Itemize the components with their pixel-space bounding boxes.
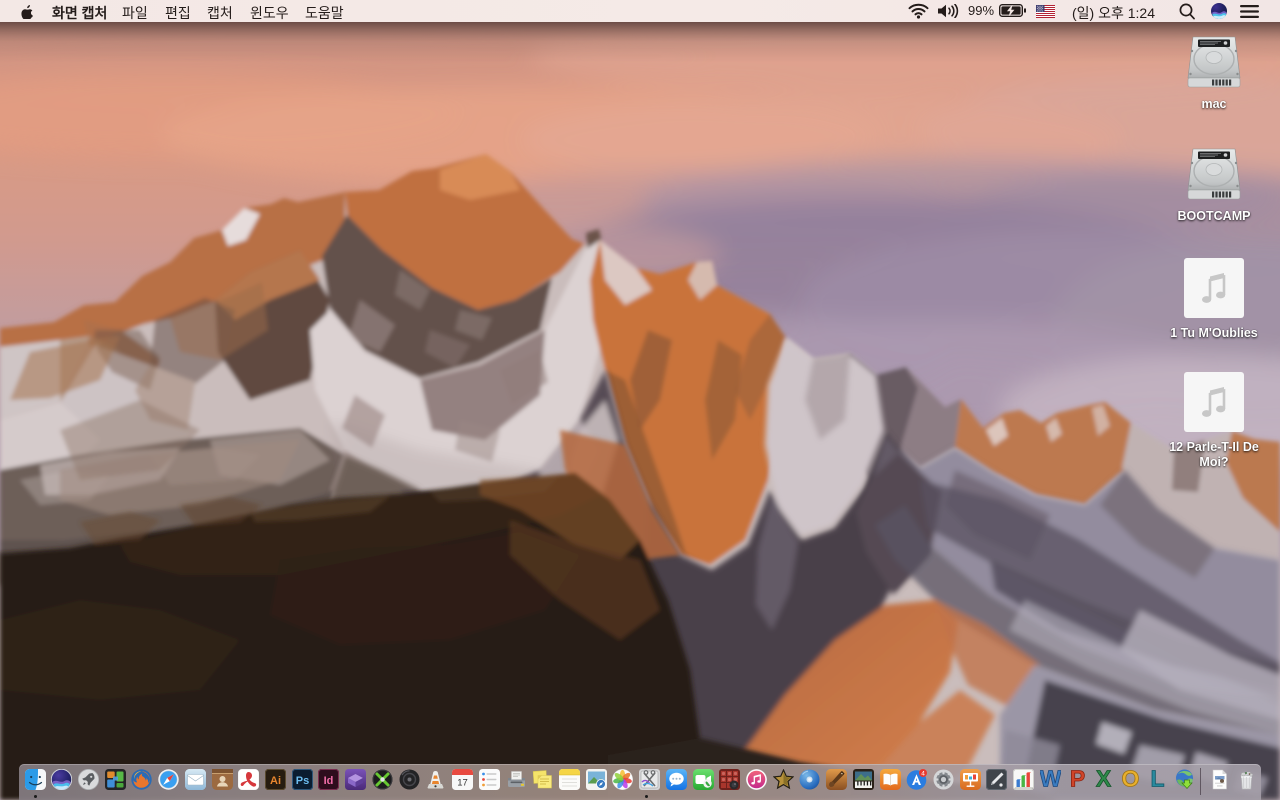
svg-text:Ai: Ai <box>270 775 281 787</box>
svg-text:W: W <box>1040 769 1061 790</box>
svg-text:P: P <box>1069 769 1084 790</box>
svg-text:4: 4 <box>921 771 925 778</box>
svg-text:17: 17 <box>457 778 468 789</box>
svg-text:L: L <box>1150 769 1164 790</box>
svg-text:Ps: Ps <box>295 775 308 787</box>
svg-text:Id: Id <box>324 775 334 787</box>
svg-text:X: X <box>1096 769 1112 790</box>
svg-text:O: O <box>1122 769 1140 790</box>
